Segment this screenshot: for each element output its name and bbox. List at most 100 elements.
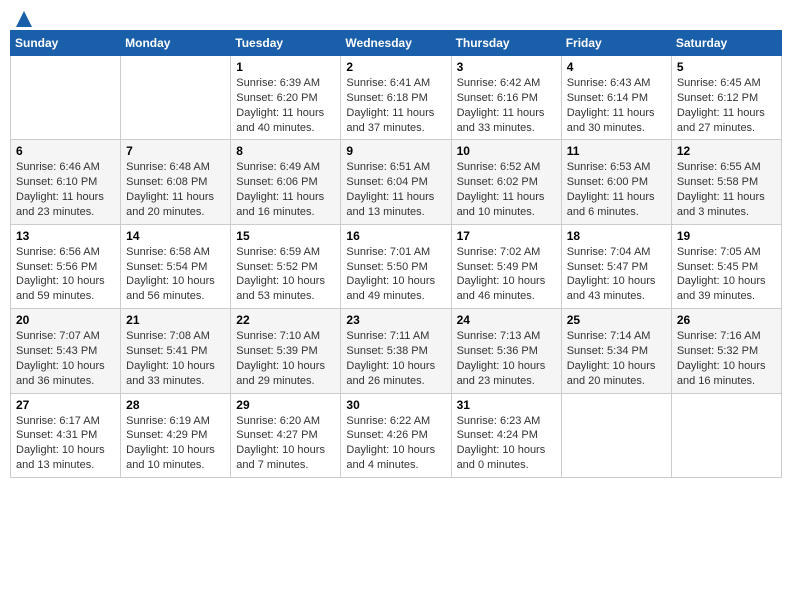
day-number: 25 — [567, 313, 666, 327]
day-number: 4 — [567, 60, 666, 74]
day-number: 23 — [346, 313, 445, 327]
day-info: Sunrise: 6:58 AM — [126, 245, 225, 260]
day-number: 19 — [677, 229, 776, 243]
day-info: Sunrise: 6:52 AM — [457, 160, 556, 175]
day-number: 24 — [457, 313, 556, 327]
calendar-cell: 17Sunrise: 7:02 AMSunset: 5:49 PMDayligh… — [451, 224, 561, 308]
calendar-cell — [561, 393, 671, 477]
day-info: Daylight: 10 hours and 13 minutes. — [16, 443, 115, 473]
calendar-cell: 12Sunrise: 6:55 AMSunset: 5:58 PMDayligh… — [671, 140, 781, 224]
day-info: Daylight: 10 hours and 33 minutes. — [126, 359, 225, 389]
day-info: Sunrise: 7:02 AM — [457, 245, 556, 260]
day-info: Sunrise: 7:16 AM — [677, 329, 776, 344]
day-info: Daylight: 11 hours and 20 minutes. — [126, 190, 225, 220]
day-info: Sunrise: 7:10 AM — [236, 329, 335, 344]
day-number: 9 — [346, 144, 445, 158]
day-info: Sunrise: 6:19 AM — [126, 414, 225, 429]
day-number: 15 — [236, 229, 335, 243]
day-number: 22 — [236, 313, 335, 327]
day-info: Sunrise: 6:55 AM — [677, 160, 776, 175]
day-info: Sunrise: 6:51 AM — [346, 160, 445, 175]
day-number: 30 — [346, 398, 445, 412]
calendar-cell: 24Sunrise: 7:13 AMSunset: 5:36 PMDayligh… — [451, 309, 561, 393]
calendar-cell: 28Sunrise: 6:19 AMSunset: 4:29 PMDayligh… — [121, 393, 231, 477]
day-info: Sunset: 4:26 PM — [346, 428, 445, 443]
logo — [14, 10, 34, 24]
day-info: Sunset: 6:14 PM — [567, 91, 666, 106]
calendar-cell — [121, 56, 231, 140]
calendar-cell: 19Sunrise: 7:05 AMSunset: 5:45 PMDayligh… — [671, 224, 781, 308]
day-info: Sunset: 5:52 PM — [236, 260, 335, 275]
calendar-cell: 7Sunrise: 6:48 AMSunset: 6:08 PMDaylight… — [121, 140, 231, 224]
day-info: Daylight: 11 hours and 23 minutes. — [16, 190, 115, 220]
day-info: Daylight: 10 hours and 39 minutes. — [677, 274, 776, 304]
day-info: Daylight: 10 hours and 16 minutes. — [677, 359, 776, 389]
day-info: Sunset: 5:56 PM — [16, 260, 115, 275]
day-info: Sunset: 5:43 PM — [16, 344, 115, 359]
day-info: Sunrise: 7:05 AM — [677, 245, 776, 260]
day-info: Daylight: 10 hours and 4 minutes. — [346, 443, 445, 473]
calendar-cell: 16Sunrise: 7:01 AMSunset: 5:50 PMDayligh… — [341, 224, 451, 308]
day-info: Sunset: 5:36 PM — [457, 344, 556, 359]
day-info: Sunrise: 6:43 AM — [567, 76, 666, 91]
day-info: Sunrise: 6:41 AM — [346, 76, 445, 91]
day-info: Sunset: 5:58 PM — [677, 175, 776, 190]
day-info: Daylight: 10 hours and 23 minutes. — [457, 359, 556, 389]
calendar-cell: 20Sunrise: 7:07 AMSunset: 5:43 PMDayligh… — [11, 309, 121, 393]
weekday-header-friday: Friday — [561, 31, 671, 56]
calendar-cell: 10Sunrise: 6:52 AMSunset: 6:02 PMDayligh… — [451, 140, 561, 224]
day-number: 21 — [126, 313, 225, 327]
day-info: Daylight: 10 hours and 43 minutes. — [567, 274, 666, 304]
day-number: 7 — [126, 144, 225, 158]
day-info: Sunset: 5:34 PM — [567, 344, 666, 359]
weekday-header-monday: Monday — [121, 31, 231, 56]
day-info: Daylight: 10 hours and 49 minutes. — [346, 274, 445, 304]
day-info: Daylight: 11 hours and 40 minutes. — [236, 106, 335, 136]
calendar-cell: 11Sunrise: 6:53 AMSunset: 6:00 PMDayligh… — [561, 140, 671, 224]
day-number: 6 — [16, 144, 115, 158]
day-info: Daylight: 10 hours and 20 minutes. — [567, 359, 666, 389]
day-info: Daylight: 11 hours and 27 minutes. — [677, 106, 776, 136]
day-info: Sunrise: 6:45 AM — [677, 76, 776, 91]
day-info: Sunrise: 6:23 AM — [457, 414, 556, 429]
day-info: Sunset: 5:47 PM — [567, 260, 666, 275]
day-info: Daylight: 11 hours and 16 minutes. — [236, 190, 335, 220]
calendar-cell: 15Sunrise: 6:59 AMSunset: 5:52 PMDayligh… — [231, 224, 341, 308]
page-header — [10, 10, 782, 24]
day-info: Sunset: 4:29 PM — [126, 428, 225, 443]
day-info: Daylight: 11 hours and 6 minutes. — [567, 190, 666, 220]
day-number: 28 — [126, 398, 225, 412]
day-number: 27 — [16, 398, 115, 412]
day-info: Sunset: 4:31 PM — [16, 428, 115, 443]
calendar-cell: 1Sunrise: 6:39 AMSunset: 6:20 PMDaylight… — [231, 56, 341, 140]
day-number: 29 — [236, 398, 335, 412]
day-info: Sunset: 6:02 PM — [457, 175, 556, 190]
day-info: Sunrise: 6:46 AM — [16, 160, 115, 175]
day-info: Sunrise: 6:22 AM — [346, 414, 445, 429]
day-info: Daylight: 11 hours and 33 minutes. — [457, 106, 556, 136]
day-number: 12 — [677, 144, 776, 158]
day-info: Daylight: 10 hours and 46 minutes. — [457, 274, 556, 304]
calendar-cell: 25Sunrise: 7:14 AMSunset: 5:34 PMDayligh… — [561, 309, 671, 393]
calendar-cell: 13Sunrise: 6:56 AMSunset: 5:56 PMDayligh… — [11, 224, 121, 308]
day-info: Sunset: 5:38 PM — [346, 344, 445, 359]
day-info: Sunset: 6:06 PM — [236, 175, 335, 190]
calendar-cell: 3Sunrise: 6:42 AMSunset: 6:16 PMDaylight… — [451, 56, 561, 140]
day-number: 10 — [457, 144, 556, 158]
day-info: Sunrise: 6:56 AM — [16, 245, 115, 260]
day-info: Sunrise: 7:01 AM — [346, 245, 445, 260]
day-info: Daylight: 10 hours and 7 minutes. — [236, 443, 335, 473]
day-info: Sunset: 4:24 PM — [457, 428, 556, 443]
day-info: Sunrise: 7:11 AM — [346, 329, 445, 344]
day-info: Sunset: 6:16 PM — [457, 91, 556, 106]
calendar-cell: 18Sunrise: 7:04 AMSunset: 5:47 PMDayligh… — [561, 224, 671, 308]
day-info: Sunset: 5:49 PM — [457, 260, 556, 275]
day-info: Sunset: 6:20 PM — [236, 91, 335, 106]
weekday-header-tuesday: Tuesday — [231, 31, 341, 56]
day-number: 20 — [16, 313, 115, 327]
calendar-cell — [671, 393, 781, 477]
calendar-cell — [11, 56, 121, 140]
calendar-cell: 23Sunrise: 7:11 AMSunset: 5:38 PMDayligh… — [341, 309, 451, 393]
day-info: Sunrise: 6:39 AM — [236, 76, 335, 91]
day-info: Sunset: 5:50 PM — [346, 260, 445, 275]
